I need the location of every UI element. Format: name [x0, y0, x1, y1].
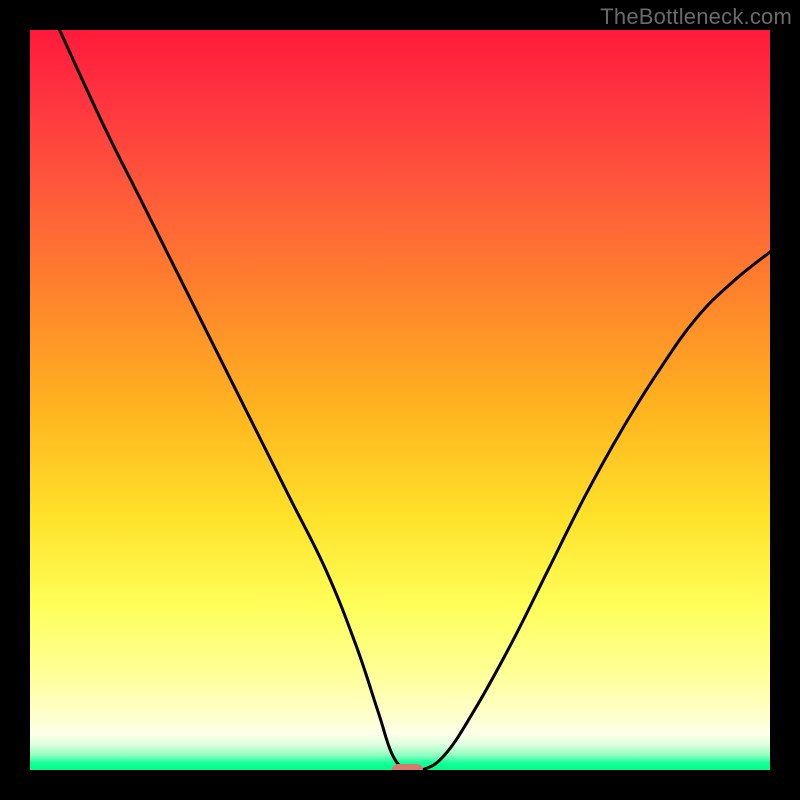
plot-area [30, 30, 770, 770]
bottleneck-curve [30, 30, 770, 770]
watermark-text: TheBottleneck.com [600, 4, 792, 30]
optimal-point-marker [392, 764, 423, 770]
chart-frame: TheBottleneck.com [0, 0, 800, 800]
